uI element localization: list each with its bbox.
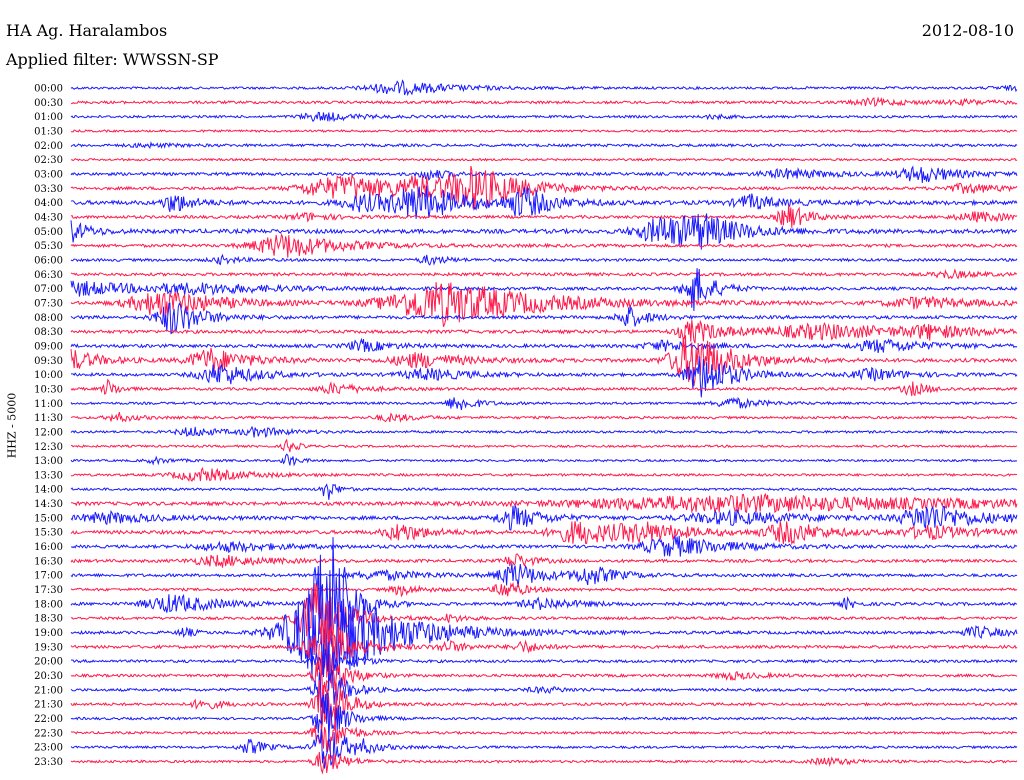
trace-1300 — [70, 453, 1018, 467]
time-label-0000: 00:00 — [34, 84, 63, 95]
time-label-1200: 12:00 — [34, 427, 63, 438]
trace-1930 — [70, 619, 1018, 678]
time-label-0200: 02:00 — [34, 141, 63, 152]
time-label-2230: 22:30 — [34, 728, 63, 739]
trace-0030 — [70, 96, 1018, 107]
trace-1230 — [70, 438, 1018, 453]
time-label-2130: 21:30 — [34, 700, 63, 711]
trace-1630 — [70, 553, 1018, 568]
time-label-1700: 17:00 — [34, 571, 63, 582]
trace-2130 — [70, 680, 1018, 732]
time-label-2000: 20:00 — [34, 657, 63, 668]
trace-1130 — [70, 412, 1018, 423]
trace-2000 — [70, 642, 1018, 684]
time-label-1230: 12:30 — [34, 442, 63, 453]
trace-0000 — [70, 79, 1018, 97]
time-label-1300: 13:00 — [34, 456, 63, 467]
trace-0100 — [70, 111, 1018, 123]
trace-1530 — [70, 521, 1018, 546]
time-label-0630: 06:30 — [34, 270, 63, 281]
trace-0600 — [70, 253, 1018, 266]
time-label-0700: 07:00 — [34, 284, 63, 295]
time-label-1830: 18:30 — [34, 614, 63, 625]
time-label-0030: 00:30 — [34, 98, 63, 109]
helicorder-plot: 00:00 00:30 01:00 01:30 02:00 02:30 03:00 03:30… — [34, 79, 1018, 775]
time-label-0900: 09:00 — [34, 341, 63, 352]
trace-0830 — [70, 319, 1018, 344]
trace-1730 — [70, 581, 1018, 598]
trace-0200 — [70, 140, 1018, 150]
time-label-0500: 05:00 — [34, 227, 63, 238]
trace-0630 — [70, 268, 1018, 280]
time-label-1100: 11:00 — [34, 399, 63, 410]
time-label-2300: 23:00 — [34, 743, 63, 754]
time-label-1630: 16:30 — [34, 556, 63, 567]
trace-1830 — [70, 583, 1018, 646]
time-label-1800: 18:00 — [34, 599, 63, 610]
trace-2200 — [70, 692, 1018, 742]
time-label-0830: 08:30 — [34, 327, 63, 338]
trace-1330 — [70, 466, 1018, 483]
trace-0130 — [71, 129, 1018, 133]
time-label-1130: 11:30 — [34, 413, 63, 424]
trace-1400 — [70, 483, 1018, 500]
trace-1430 — [71, 493, 1018, 514]
trace-0230 — [70, 157, 1018, 162]
time-label-0530: 05:30 — [34, 241, 63, 252]
time-label-2330: 23:30 — [34, 757, 63, 768]
time-label-1400: 14:00 — [34, 485, 63, 496]
time-label-0730: 07:30 — [34, 298, 63, 309]
trace-0300 — [70, 165, 1018, 183]
trace-1900 — [70, 581, 1018, 681]
trace-2300 — [70, 729, 1018, 769]
time-label-1000: 10:00 — [34, 370, 63, 381]
time-label-1900: 19:00 — [34, 628, 63, 639]
time-label-0400: 04:00 — [34, 198, 63, 209]
time-label-1500: 15:00 — [34, 513, 63, 524]
time-label-0230: 02:30 — [34, 155, 63, 166]
time-label-1730: 17:30 — [34, 585, 63, 596]
trace-1700 — [70, 563, 1018, 588]
time-label-0330: 03:30 — [34, 184, 63, 195]
trace-1200 — [70, 425, 1018, 438]
time-label-1600: 16:00 — [34, 542, 63, 553]
trace-0900 — [70, 337, 1018, 354]
time-label-2200: 22:00 — [34, 714, 63, 725]
trace-0530 — [70, 232, 1018, 258]
time-label-0300: 03:00 — [34, 169, 63, 180]
trace-1600 — [70, 534, 1018, 557]
time-label-0430: 04:30 — [34, 212, 63, 223]
time-label-0930: 09:30 — [34, 356, 63, 367]
time-label-0130: 01:30 — [34, 126, 63, 137]
trace-1100 — [70, 397, 1018, 410]
time-label-1330: 13:30 — [34, 470, 63, 481]
trace-2330 — [70, 751, 1018, 775]
time-label-2030: 20:30 — [34, 671, 63, 682]
time-label-0800: 08:00 — [34, 313, 63, 324]
trace-1030 — [70, 378, 1018, 397]
time-label-1530: 15:30 — [34, 528, 63, 539]
time-label-0600: 06:00 — [34, 255, 63, 266]
time-label-1430: 14:30 — [34, 499, 63, 510]
time-label-1930: 19:30 — [34, 642, 63, 653]
time-label-1030: 10:30 — [34, 384, 63, 395]
time-label-0100: 01:00 — [34, 112, 63, 123]
trace-2100 — [70, 670, 1018, 714]
time-label-2100: 21:00 — [34, 685, 63, 696]
